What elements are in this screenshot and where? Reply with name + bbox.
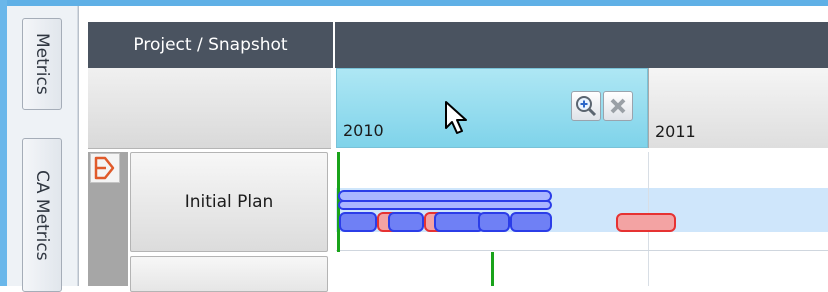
side-tab-panel: Metrics CA Metrics — [7, 6, 78, 292]
tab-metrics-label: Metrics — [32, 33, 52, 95]
task-bar[interactable] — [388, 212, 424, 232]
header-separator — [333, 22, 335, 68]
expand-arrow-icon — [94, 156, 115, 180]
close-icon — [610, 98, 626, 114]
row-header-cell — [88, 68, 331, 149]
remove-button[interactable] — [603, 91, 633, 121]
zoom-in-button[interactable] — [571, 91, 601, 121]
year-2011-label: 2011 — [655, 122, 696, 141]
task-bar[interactable] — [478, 212, 510, 232]
tab-ca-metrics-label: CA Metrics — [32, 169, 52, 261]
today-marker-next-row — [491, 252, 494, 286]
expand-row-button[interactable] — [90, 153, 120, 183]
task-bar[interactable] — [339, 212, 377, 232]
task-bar[interactable] — [434, 212, 484, 232]
year-2010-label: 2010 — [343, 121, 384, 140]
row-initial-plan[interactable]: Initial Plan — [130, 152, 328, 252]
tab-ca-metrics[interactable]: CA Metrics — [22, 138, 62, 292]
summary-bar-lower[interactable] — [338, 200, 552, 210]
year-2010-column[interactable]: 2010 — [336, 68, 648, 148]
row-second[interactable] — [130, 256, 328, 292]
header-bar: Project / Snapshot — [88, 22, 828, 68]
project-snapshot-header: Project / Snapshot — [133, 35, 288, 55]
zoom-in-icon — [576, 96, 597, 117]
row-initial-plan-label: Initial Plan — [184, 192, 274, 212]
tab-metrics[interactable]: Metrics — [22, 18, 62, 110]
year-2011-column[interactable]: 2011 — [648, 68, 828, 148]
task-bar[interactable] — [510, 212, 552, 232]
row-separator — [336, 250, 828, 251]
task-bar[interactable] — [616, 213, 676, 232]
window-left-border — [0, 0, 7, 286]
mouse-cursor-icon — [444, 100, 470, 140]
